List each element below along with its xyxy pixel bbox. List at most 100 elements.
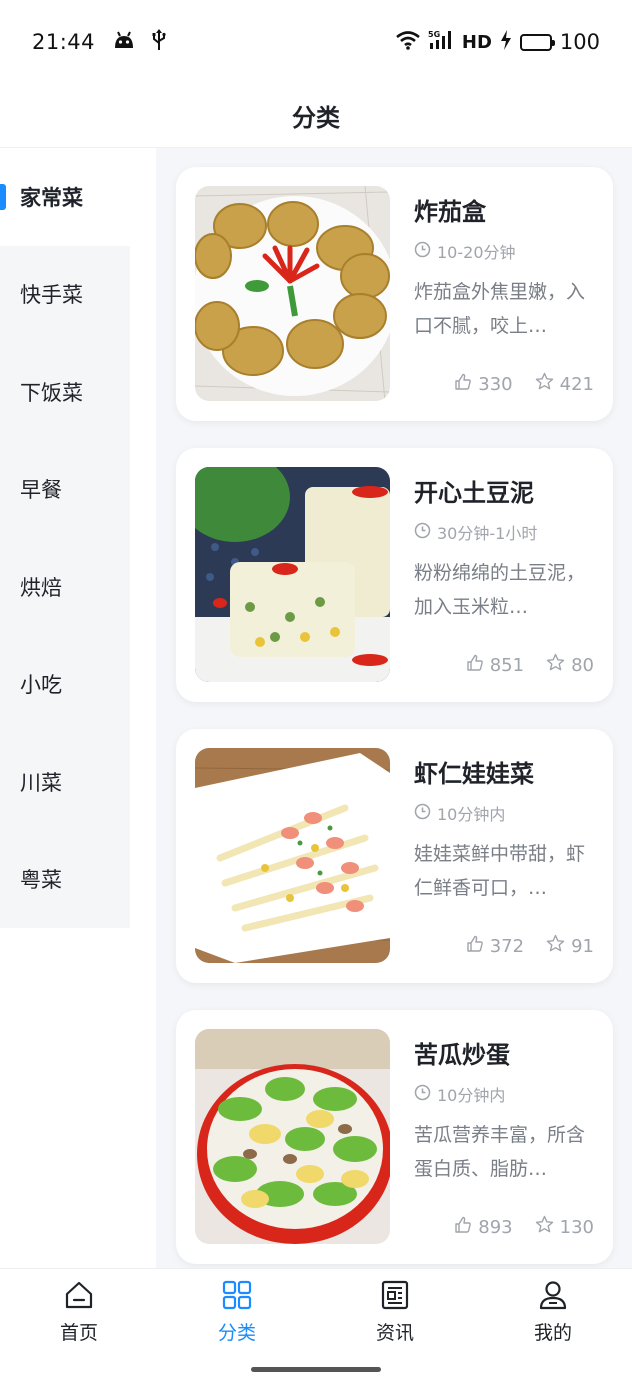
- recipe-stats: 330 421: [454, 372, 594, 396]
- news-icon: [380, 1280, 410, 1314]
- cook-time-text: 10分钟内: [437, 1086, 506, 1105]
- sidebar-item-label: 川菜: [20, 770, 62, 795]
- like-stat[interactable]: 330: [454, 373, 513, 396]
- thumbs-up-icon: [466, 935, 484, 958]
- wifi-icon: [396, 30, 420, 54]
- charging-icon: [500, 30, 512, 54]
- recipe-card[interactable]: 炸茄盒 10-20分钟 炸茄盒外焦里嫩，入口不腻，咬上… 330 421: [176, 167, 613, 421]
- recipe-description: 苦瓜营养丰富，所含蛋白质、脂肪…: [414, 1124, 586, 1180]
- thumbs-up-icon: [454, 1216, 472, 1239]
- sidebar-item-cantonese[interactable]: 粤菜: [0, 830, 130, 928]
- recipe-image: [195, 186, 390, 401]
- favorite-stat[interactable]: 421: [535, 372, 594, 396]
- usb-icon: [151, 29, 167, 55]
- clock-icon: [414, 522, 431, 543]
- like-stat[interactable]: 372: [466, 935, 524, 958]
- sidebar-item-quick-dishes[interactable]: 快手菜: [0, 245, 130, 343]
- bottom-navigation: 首页 分类 资讯 我的: [0, 1268, 632, 1390]
- sidebar-item-label: 早餐: [20, 478, 62, 503]
- cook-time-text: 10-20分钟: [437, 243, 516, 262]
- favorite-stat[interactable]: 91: [546, 934, 594, 958]
- nav-label: 分类: [217, 1321, 256, 1344]
- sidebar-item-breakfast[interactable]: 早餐: [0, 440, 130, 538]
- recipe-stats: 851 80: [466, 653, 594, 677]
- cook-time-text: 10分钟内: [437, 805, 506, 824]
- home-icon: [64, 1280, 94, 1314]
- like-stat[interactable]: 851: [466, 654, 524, 677]
- sidebar-item-label: 小吃: [20, 673, 62, 698]
- thumbs-up-icon: [466, 654, 484, 677]
- cook-time: 10分钟内: [414, 801, 594, 825]
- 5g-signal-icon: 5G: [428, 29, 454, 55]
- like-count: 851: [489, 654, 525, 676]
- status-bar: 21:44 5G HD 100: [0, 0, 632, 84]
- sidebar-item-label: 家常菜: [20, 185, 83, 210]
- nav-category[interactable]: 分类: [158, 1269, 316, 1355]
- profile-icon: [538, 1280, 568, 1314]
- sidebar-item-sichuan[interactable]: 川菜: [0, 733, 130, 831]
- status-time: 21:44: [32, 30, 96, 54]
- sidebar-item-rice-dishes[interactable]: 下饭菜: [0, 343, 130, 441]
- cook-time: 10分钟内: [414, 1082, 594, 1106]
- sidebar-item-label: 下饭菜: [20, 380, 83, 405]
- favorite-count: 421: [559, 373, 594, 395]
- thumbs-up-icon: [454, 373, 472, 396]
- screen: 21:44 5G HD 100 分类 家常菜 快手菜 下饭菜 早餐 烘焙 小吃 …: [0, 0, 632, 1390]
- favorite-count: 91: [571, 935, 594, 957]
- category-icon: [222, 1280, 252, 1314]
- cook-time: 30分钟-1小时: [414, 520, 594, 544]
- favorite-stat[interactable]: 130: [535, 1215, 594, 1239]
- svg-text:5G: 5G: [428, 30, 440, 39]
- recipe-title: 苦瓜炒蛋: [414, 1041, 510, 1069]
- clock-icon: [414, 803, 431, 824]
- recipe-description: 娃娃菜鲜中带甜，虾仁鲜香可口，…: [414, 843, 586, 899]
- star-icon: [546, 934, 565, 958]
- recipe-description: 炸茄盒外焦里嫩，入口不腻，咬上…: [414, 281, 586, 337]
- sidebar-item-baking[interactable]: 烘焙: [0, 538, 130, 636]
- cook-time: 10-20分钟: [414, 239, 594, 263]
- like-stat[interactable]: 893: [454, 1216, 513, 1239]
- recipe-title: 虾仁娃娃菜: [414, 760, 534, 788]
- recipe-image: [195, 467, 390, 682]
- sidebar-item-label: 烘焙: [20, 575, 62, 600]
- nav-label: 首页: [59, 1321, 98, 1344]
- star-icon: [546, 653, 565, 677]
- sidebar-item-label: 粤菜: [20, 868, 62, 893]
- star-icon: [535, 372, 554, 396]
- sidebar-item-home-cooking[interactable]: 家常菜: [0, 148, 130, 246]
- nav-news[interactable]: 资讯: [316, 1269, 474, 1355]
- like-count: 893: [478, 1216, 513, 1238]
- recipe-image: [195, 1029, 390, 1244]
- favorite-count: 80: [571, 654, 594, 676]
- clock-icon: [414, 1084, 431, 1105]
- recipe-card[interactable]: 开心土豆泥 30分钟-1小时 粉粉绵绵的土豆泥，加入玉米粒… 851 80: [176, 448, 613, 702]
- nav-label: 我的: [533, 1321, 572, 1344]
- nav-label: 资讯: [375, 1321, 414, 1344]
- battery-icon: [519, 33, 555, 51]
- home-indicator[interactable]: [251, 1367, 381, 1372]
- page-title: 分类: [292, 104, 340, 132]
- android-debug-icon: [113, 30, 135, 54]
- nav-profile[interactable]: 我的: [474, 1269, 632, 1355]
- cook-time-text: 30分钟-1小时: [437, 524, 538, 543]
- battery-level: 100: [559, 30, 600, 54]
- recipe-image: [195, 748, 390, 963]
- recipe-card[interactable]: 虾仁娃娃菜 10分钟内 娃娃菜鲜中带甜，虾仁鲜香可口，… 372 91: [176, 729, 613, 983]
- network-type-label: HD: [461, 31, 492, 53]
- category-sidebar: 家常菜 快手菜 下饭菜 早餐 烘焙 小吃 川菜 粤菜: [0, 148, 156, 1268]
- sidebar-item-snacks[interactable]: 小吃: [0, 635, 130, 733]
- sidebar-item-label: 快手菜: [20, 283, 83, 308]
- recipe-stats: 372 91: [466, 934, 594, 958]
- nav-home[interactable]: 首页: [0, 1269, 158, 1355]
- favorite-count: 130: [559, 1216, 594, 1238]
- favorite-stat[interactable]: 80: [546, 653, 594, 677]
- like-count: 330: [478, 373, 513, 395]
- clock-icon: [414, 241, 431, 262]
- recipe-description: 粉粉绵绵的土豆泥，加入玉米粒…: [414, 562, 586, 618]
- recipe-title: 开心土豆泥: [414, 479, 534, 507]
- star-icon: [535, 1215, 554, 1239]
- like-count: 372: [489, 935, 525, 957]
- recipe-card[interactable]: 苦瓜炒蛋 10分钟内 苦瓜营养丰富，所含蛋白质、脂肪… 893 130: [176, 1010, 613, 1264]
- recipe-title: 炸茄盒: [414, 198, 486, 226]
- recipe-list: 炸茄盒 10-20分钟 炸茄盒外焦里嫩，入口不腻，咬上… 330 421 开心土…: [156, 148, 632, 1268]
